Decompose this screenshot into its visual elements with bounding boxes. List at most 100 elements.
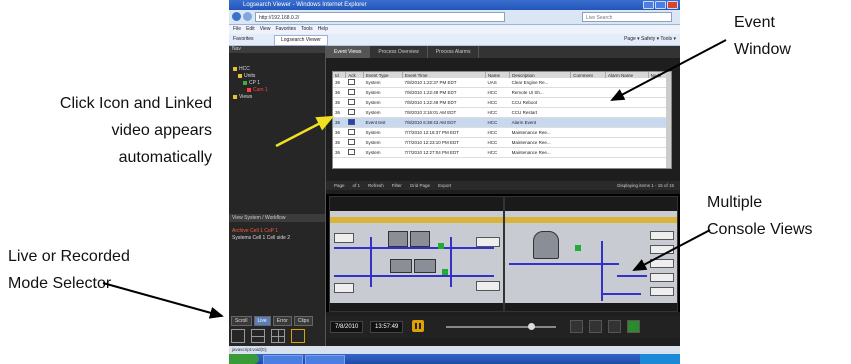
command-bar[interactable]: Page ▾ Safety ▾ Tools ▾	[624, 34, 676, 45]
menu-file[interactable]: File	[233, 25, 241, 34]
system-tray	[640, 354, 680, 364]
grid-page-button[interactable]: Grid Page	[410, 181, 430, 190]
cell-ack	[345, 97, 364, 108]
callout-multiple-console: Multiple Console Views	[707, 189, 813, 243]
cell-name: HCC	[485, 147, 510, 158]
maximize-button[interactable]	[655, 1, 666, 9]
cell-alarm-name	[605, 127, 649, 138]
menu-favorites[interactable]: Favorites	[275, 25, 296, 34]
event-window: Id Ack Event Type Event Time Name Descri…	[332, 71, 672, 169]
table-row[interactable]: 36 System 7/8/2010 1:22:37 PM EDT UAS Clear …	[333, 78, 671, 88]
page-count: of 1	[352, 183, 361, 188]
camera-icon[interactable]	[347, 99, 355, 105]
menu-help[interactable]: Help	[318, 25, 328, 34]
playback-controls	[570, 320, 640, 333]
cell-name: HCC	[485, 137, 510, 148]
cell-name: HCC	[485, 107, 510, 118]
cell-event-type: System	[363, 137, 403, 148]
minimize-button[interactable]	[643, 1, 654, 9]
cell-id: 36	[333, 87, 346, 98]
cell-name: HCC	[485, 97, 510, 108]
layout-single-icon[interactable]	[231, 329, 245, 343]
camera-icon[interactable]	[347, 149, 355, 155]
rewind-icon[interactable]	[570, 320, 583, 333]
callout-line: video appears	[111, 122, 212, 139]
table-row[interactable]: 36 System 7/7/2010 12:27:04 PM EDT HCC Maint…	[333, 147, 671, 158]
play-icon[interactable]	[627, 320, 640, 333]
url-input[interactable]: http://192.168.0.2/	[255, 12, 505, 22]
taskbar-item[interactable]	[305, 355, 345, 364]
callout-line: Click Icon and Linked	[59, 95, 212, 112]
table-row[interactable]: 36 System 7/7/2010 12:18:37 PM EDT HCC Maint…	[333, 127, 671, 138]
table-row[interactable]: 36 Event test 7/8/2010 6:38:43 AM EDT HCC Al…	[333, 117, 671, 128]
time-field[interactable]: 13:57:49	[370, 321, 404, 333]
tab-process-alarms[interactable]: Process Alarms	[428, 46, 480, 58]
tree-item[interactable]: HCC	[233, 66, 268, 73]
camera-icon[interactable]	[347, 79, 355, 85]
cell-comment	[570, 87, 606, 98]
mode-scroll-button[interactable]: Scroll	[231, 316, 252, 326]
menu-tools[interactable]: Tools	[301, 25, 313, 34]
cell-event-type: System	[363, 87, 403, 98]
mode-clips-button[interactable]: Clips	[293, 316, 313, 326]
taskbar	[229, 354, 680, 364]
layout-split-icon[interactable]	[251, 329, 265, 343]
cell-alarm-name	[605, 87, 649, 98]
cell-ack	[345, 117, 364, 128]
pager-summary: Displaying items 1 - 15 of 15	[617, 183, 674, 188]
tree-item[interactable]: Units	[233, 73, 268, 80]
view-list-item[interactable]: Archive Cell 1 CoP 1	[232, 228, 290, 235]
menu-edit[interactable]: Edit	[246, 25, 255, 34]
table-row[interactable]: 36 System 7/8/2010 1:22:49 PM EDT HCC Remote…	[333, 87, 671, 98]
camera-icon[interactable]	[347, 89, 355, 95]
back-icon[interactable]	[232, 12, 241, 21]
layout-quad-icon[interactable]	[271, 329, 285, 343]
date-field[interactable]: 7/8/2010	[330, 321, 364, 333]
start-button[interactable]	[229, 354, 259, 364]
console-view-2[interactable]	[504, 196, 678, 312]
tree-item[interactable]: CP 1	[233, 80, 268, 87]
app-screenshot: Logsearch Viewer - Windows Internet Expl…	[229, 0, 680, 364]
table-row[interactable]: 36 System 7/8/2010 1:22:49 PM EDT HCC CCU Re…	[333, 97, 671, 108]
camera-icon[interactable]	[347, 129, 355, 135]
camera-icon[interactable]	[347, 109, 355, 115]
step-forward-icon[interactable]	[608, 320, 621, 333]
slider-knob[interactable]	[528, 323, 535, 330]
cell-ack	[345, 147, 364, 158]
close-button[interactable]	[667, 1, 678, 9]
layout-grid-icon[interactable]	[291, 329, 305, 343]
browser-tab[interactable]: Logsearch Viewer	[274, 35, 328, 46]
cell-ack	[345, 87, 364, 98]
menu-view[interactable]: View	[260, 25, 271, 34]
cell-event-time: 7/8/2010 1:22:49 PM EDT	[402, 87, 486, 98]
mode-live-button[interactable]: Live	[253, 316, 271, 326]
export-button[interactable]: Export	[438, 181, 451, 190]
console-view-1[interactable]	[329, 196, 504, 312]
cell-event-time: 7/8/2010 1:22:37 PM EDT	[402, 78, 486, 88]
view-list-item[interactable]: Systems Cell 1 Cell side 2	[232, 235, 290, 242]
tree-item[interactable]: Cam 1	[233, 87, 268, 94]
mode-error-button[interactable]: Error	[272, 316, 292, 326]
pause-icon[interactable]	[412, 320, 424, 332]
tab-process-overview[interactable]: Process Overview	[370, 46, 428, 58]
video-link-icon[interactable]	[347, 119, 355, 125]
table-row[interactable]: 36 System 7/7/2010 12:23:10 PM EDT HCC Maint…	[333, 137, 671, 148]
camera-icon[interactable]	[347, 139, 355, 145]
step-back-icon[interactable]	[589, 320, 602, 333]
timeline-slider[interactable]	[446, 323, 556, 330]
view-list: Archive Cell 1 CoP 1 Systems Cell 1 Cell…	[232, 228, 290, 242]
taskbar-item[interactable]	[263, 355, 303, 364]
filter-button[interactable]: Filter	[392, 181, 402, 190]
table-row[interactable]: 36 System 7/8/2010 3:16:01 AM EDT HCC CCU Re…	[333, 107, 671, 118]
tree-item[interactable]: Views	[233, 94, 268, 101]
pager-bar: Page of 1 Refresh Filter Grid Page Expor…	[326, 181, 680, 190]
tab-event-views[interactable]: Event Views	[326, 46, 371, 58]
table-scrollbar[interactable]	[666, 72, 671, 168]
menu-bar: File Edit View Favorites Tools Help	[229, 25, 680, 34]
mode-selector: Scroll Live Error Clips	[231, 316, 313, 326]
forward-icon[interactable]	[243, 12, 252, 21]
cell-comment	[570, 147, 606, 158]
refresh-button[interactable]: Refresh	[368, 181, 384, 190]
search-input[interactable]: Live Search	[582, 12, 672, 22]
favorites-button[interactable]: Favorites	[233, 34, 254, 45]
